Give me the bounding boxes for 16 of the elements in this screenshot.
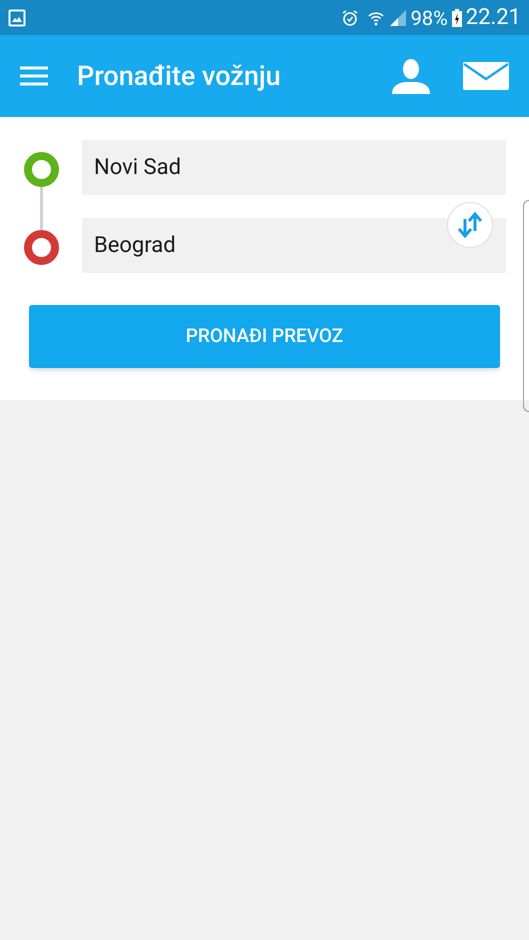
battery-percentage: 98% — [410, 8, 448, 28]
clock: 22.21 — [466, 6, 521, 28]
menu-icon[interactable] — [20, 66, 48, 86]
alarm-icon — [340, 8, 359, 26]
image-icon — [8, 8, 26, 26]
destination-field[interactable]: Beograd — [82, 218, 506, 273]
mail-icon[interactable] — [463, 62, 509, 90]
swap-arrows-icon — [458, 211, 482, 239]
swap-button[interactable] — [447, 202, 493, 248]
route-line — [40, 187, 42, 230]
screen-title: Pronađite vožnju — [77, 58, 281, 94]
battery-icon — [452, 8, 462, 26]
origin-field[interactable]: Novi Sad — [82, 140, 506, 195]
person-icon[interactable] — [392, 58, 430, 94]
signal-icon — [388, 8, 407, 26]
edge-panel-handle[interactable] — [523, 200, 529, 412]
